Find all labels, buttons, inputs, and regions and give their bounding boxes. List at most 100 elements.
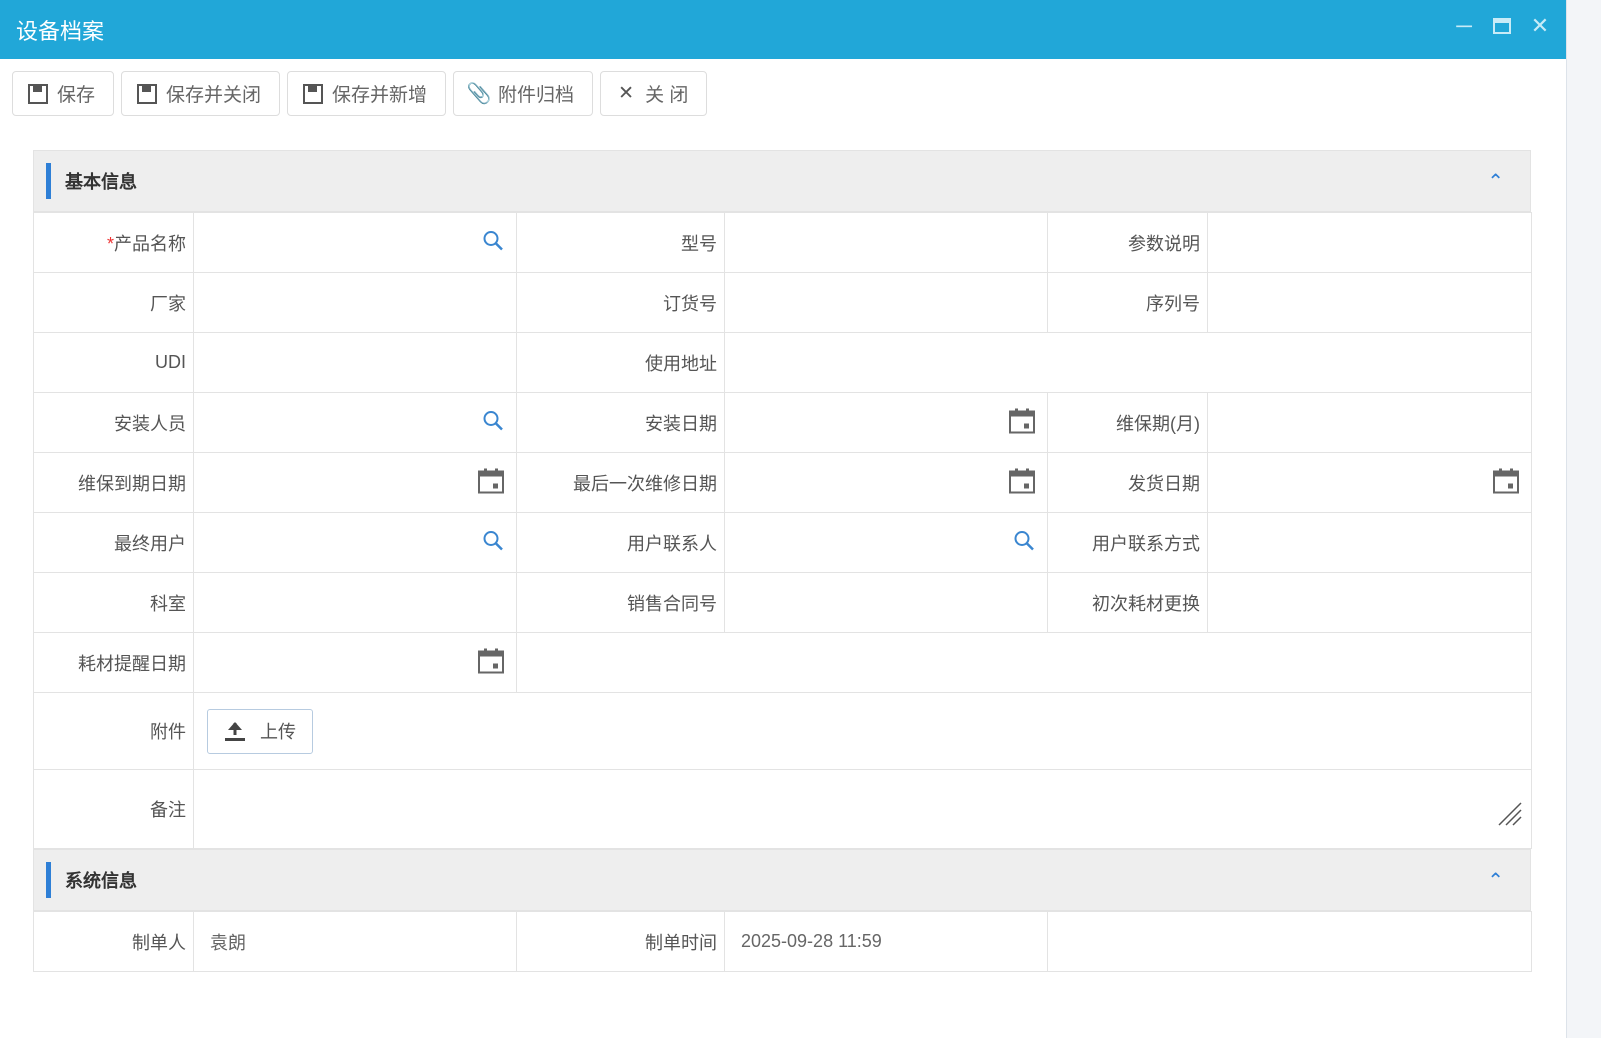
minimize-icon[interactable]: ─ xyxy=(1454,14,1474,38)
upload-button[interactable]: 上传 xyxy=(207,709,313,754)
ship-date-field[interactable] xyxy=(1208,453,1532,513)
last-repair-date-field[interactable] xyxy=(725,453,1048,513)
label-sales-contract: 销售合同号 xyxy=(517,573,725,633)
upload-icon xyxy=(224,720,246,742)
label-use-address: 使用地址 xyxy=(517,333,725,393)
product-name-field[interactable] xyxy=(194,213,517,273)
table-row: *产品名称 型号 参数说明 xyxy=(34,213,1532,273)
attach-archive-label: 附件归档 xyxy=(498,80,574,107)
save-label: 保存 xyxy=(57,80,95,107)
label-last-repair-date: 最后一次维修日期 xyxy=(517,453,725,513)
label-params: 参数说明 xyxy=(1048,213,1208,273)
floppy-disk-icon xyxy=(136,83,158,105)
label-warranty-months: 维保期(月) xyxy=(1048,393,1208,453)
creator-value: 袁朗 xyxy=(201,933,246,953)
save-new-label: 保存并新增 xyxy=(332,80,427,107)
table-row: 制单人 袁朗 制单时间 2025-09-28 11:59 xyxy=(34,912,1532,972)
maximize-icon[interactable] xyxy=(1492,14,1512,38)
department-field[interactable] xyxy=(194,573,517,633)
floppy-disk-icon xyxy=(27,83,49,105)
installer-field[interactable] xyxy=(194,393,517,453)
label-product-name: 产品名称 xyxy=(114,234,186,254)
table-row: 附件 上传 xyxy=(34,693,1532,770)
scrollbar-area[interactable] xyxy=(1566,0,1601,1038)
label-consumable-reminder: 耗材提醒日期 xyxy=(34,633,194,693)
table-row: 备注 xyxy=(34,770,1532,849)
required-mark: * xyxy=(107,234,114,254)
table-row: 科室 销售合同号 初次耗材更换 xyxy=(34,573,1532,633)
first-consumable-field[interactable] xyxy=(1208,573,1532,633)
order-no-field[interactable] xyxy=(725,273,1048,333)
warranty-end-field[interactable] xyxy=(194,453,517,513)
label-serial-no: 序列号 xyxy=(1048,273,1208,333)
serial-no-field[interactable] xyxy=(1208,273,1532,333)
resize-handle-icon[interactable] xyxy=(1497,801,1523,832)
close-window-icon[interactable]: ✕ xyxy=(1530,14,1550,38)
end-user-field[interactable] xyxy=(194,513,517,573)
manufacturer-field[interactable] xyxy=(194,273,517,333)
save-button[interactable]: 保存 xyxy=(12,71,114,116)
close-label: 关 闭 xyxy=(645,80,688,107)
paperclip-icon: 📎 xyxy=(468,83,490,105)
calendar-icon[interactable] xyxy=(1493,467,1519,498)
title-bar: 设备档案 ─ ✕ xyxy=(0,0,1566,59)
save-close-label: 保存并关闭 xyxy=(166,80,261,107)
install-date-field[interactable] xyxy=(725,393,1048,453)
label-user-contact-method: 用户联系方式 xyxy=(1048,513,1208,573)
warranty-months-field[interactable] xyxy=(1208,393,1532,453)
close-button[interactable]: ✕ 关 闭 xyxy=(600,71,707,116)
search-icon[interactable] xyxy=(482,529,504,556)
table-row: 维保到期日期 最后一次维修日期 发货日期 xyxy=(34,453,1532,513)
save-and-close-button[interactable]: 保存并关闭 xyxy=(121,71,280,116)
search-icon[interactable] xyxy=(1013,529,1035,556)
search-icon[interactable] xyxy=(482,409,504,436)
sales-contract-field[interactable] xyxy=(725,573,1048,633)
chevron-up-icon[interactable]: ⌃ xyxy=(1487,868,1504,893)
attachment-archive-button[interactable]: 📎 附件归档 xyxy=(453,71,593,116)
calendar-icon[interactable] xyxy=(1009,407,1035,438)
table-row: 最终用户 用户联系人 用户联系方式 xyxy=(34,513,1532,573)
label-remarks: 备注 xyxy=(34,770,194,849)
calendar-icon[interactable] xyxy=(478,467,504,498)
save-and-new-button[interactable]: 保存并新增 xyxy=(287,71,446,116)
section-system-info: 系统信息 ⌃ xyxy=(33,849,1531,911)
floppy-disk-icon xyxy=(302,83,324,105)
label-manufacturer: 厂家 xyxy=(34,273,194,333)
user-contact-field[interactable] xyxy=(725,513,1048,573)
label-end-user: 最终用户 xyxy=(34,513,194,573)
consumable-reminder-field[interactable] xyxy=(194,633,517,693)
udi-field[interactable] xyxy=(194,333,517,393)
label-ship-date: 发货日期 xyxy=(1048,453,1208,513)
table-row: UDI 使用地址 xyxy=(34,333,1532,393)
label-udi: UDI xyxy=(34,333,194,393)
basic-info-table: *产品名称 型号 参数说明 厂家 订货号 序列号 UDI 使用地址 安装人员 安… xyxy=(33,212,1532,849)
equipment-form: 基本信息 ⌃ *产品名称 型号 参数说明 厂家 订货号 序列号 UDI 使用地址 … xyxy=(33,150,1531,972)
remarks-textarea[interactable] xyxy=(194,770,1532,849)
params-field[interactable] xyxy=(1208,213,1532,273)
user-contact-method-field[interactable] xyxy=(1208,513,1532,573)
use-address-field[interactable] xyxy=(725,333,1532,393)
created-time-value: 2025-09-28 11:59 xyxy=(732,931,882,951)
system-info-table: 制单人 袁朗 制单时间 2025-09-28 11:59 xyxy=(33,911,1532,972)
label-order-no: 订货号 xyxy=(517,273,725,333)
table-row: 厂家 订货号 序列号 xyxy=(34,273,1532,333)
search-icon[interactable] xyxy=(482,229,504,256)
close-icon: ✕ xyxy=(615,83,637,105)
label-installer: 安装人员 xyxy=(34,393,194,453)
dialog-window: 设备档案 ─ ✕ 保存 保存并关闭 保存并新增 📎 附件归档 ✕ 关 闭 基本信息 ⌃… xyxy=(0,0,1566,1038)
label-creator: 制单人 xyxy=(34,912,194,972)
label-created-time: 制单时间 xyxy=(517,912,725,972)
calendar-icon[interactable] xyxy=(478,647,504,678)
label-warranty-end: 维保到期日期 xyxy=(34,453,194,513)
toolbar: 保存 保存并关闭 保存并新增 📎 附件归档 ✕ 关 闭 xyxy=(0,59,1566,116)
label-first-consumable: 初次耗材更换 xyxy=(1048,573,1208,633)
window-title: 设备档案 xyxy=(16,14,104,46)
section-title: 系统信息 xyxy=(65,867,137,893)
label-department: 科室 xyxy=(34,573,194,633)
section-title: 基本信息 xyxy=(65,168,137,194)
table-row: 安装人员 安装日期 维保期(月) xyxy=(34,393,1532,453)
model-field[interactable] xyxy=(725,213,1048,273)
calendar-icon[interactable] xyxy=(1009,467,1035,498)
label-model: 型号 xyxy=(517,213,725,273)
chevron-up-icon[interactable]: ⌃ xyxy=(1487,169,1504,194)
